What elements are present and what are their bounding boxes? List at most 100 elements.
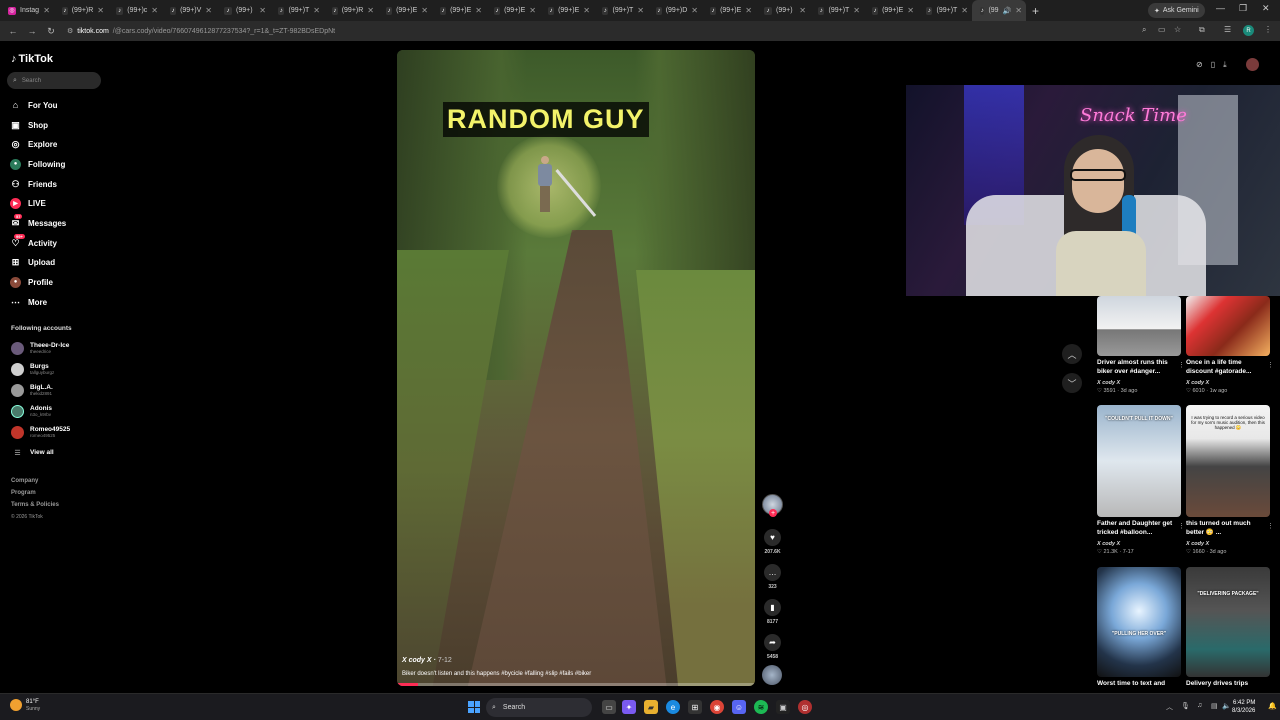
recommended-video[interactable]: Driver almost runs this biker over #dang…	[1097, 296, 1185, 394]
following-account[interactable]: Adonis n3o_k9rbv	[11, 401, 52, 421]
more-options-icon[interactable]: ⋮	[1178, 522, 1185, 530]
video-thumbnail[interactable]: "PULLING HER OVER"	[1097, 567, 1181, 677]
follow-plus-button[interactable]: +	[769, 509, 777, 517]
browser-tab[interactable]: ♪ (99+)c ✕	[108, 0, 162, 21]
browser-tab[interactable]: ♪ (99+)E ✕	[432, 0, 486, 21]
nav-live[interactable]: ▶ LIVE	[10, 196, 46, 210]
file-explorer-icon[interactable]: ▰	[644, 700, 658, 714]
save-button[interactable]: ▮ 8177	[760, 599, 785, 625]
more-options-icon[interactable]: ⋮	[1178, 361, 1185, 369]
close-icon[interactable]: ✕	[151, 6, 158, 15]
nav-messages[interactable]: ✉ 57 Messages	[10, 213, 66, 230]
following-account[interactable]: Burgs tallguyburgz	[11, 359, 54, 379]
nav-following[interactable]: ● Following	[10, 157, 65, 171]
close-icon[interactable]: ✕	[907, 6, 914, 15]
sidepanel-icon[interactable]: ☰	[1224, 25, 1231, 34]
close-icon[interactable]: ✕	[637, 6, 644, 15]
spotify-icon[interactable]: ≋	[754, 700, 768, 714]
close-icon[interactable]: ✕	[853, 6, 860, 15]
app-icon[interactable]: ▣	[776, 700, 790, 714]
notification-icon[interactable]: 🔔	[1268, 702, 1277, 710]
edge-icon[interactable]: e	[666, 700, 680, 714]
nav-more[interactable]: ⋯ More	[10, 295, 47, 309]
volume-icon[interactable]: 🔈	[1222, 702, 1231, 710]
discord-icon[interactable]: ☺	[732, 700, 746, 714]
tray-chevron-icon[interactable]: ︿	[1166, 702, 1173, 712]
ask-gemini-button[interactable]: ✦ Ask Gemini	[1148, 3, 1205, 18]
browser-tab-active[interactable]: ♪ (99 🔊 ✕	[972, 0, 1026, 21]
close-icon[interactable]: ✕	[961, 6, 968, 15]
video-author[interactable]: X cody X · 7-12	[402, 657, 452, 664]
system-clock[interactable]: 6:42 PM 8/3/2026	[1232, 699, 1255, 716]
recommended-video[interactable]: "COULDN'T PULL IT DOWN" Father and Daugh…	[1097, 405, 1185, 555]
close-icon[interactable]: ✕	[97, 6, 104, 15]
video-thumbnail[interactable]: "COULDN'T PULL IT DOWN"	[1097, 405, 1181, 517]
browser-tab[interactable]: ♪ (99+)E ✕	[486, 0, 540, 21]
browser-tab[interactable]: ♪ (99+)E ✕	[540, 0, 594, 21]
close-icon[interactable]: ✕	[745, 6, 752, 15]
video-progress-bar[interactable]	[397, 683, 755, 686]
browser-tab[interactable]: ♪ (99+)E ✕	[864, 0, 918, 21]
nav-explore[interactable]: ◎ Explore	[10, 137, 58, 151]
browser-tab[interactable]: ◎ Instag ✕	[0, 0, 54, 21]
back-button[interactable]: ←	[7, 26, 19, 36]
close-icon[interactable]: ✕	[583, 6, 590, 15]
nav-upload[interactable]: ⊞ Upload	[10, 255, 55, 269]
window-close-button[interactable]: ✕	[1262, 3, 1270, 14]
reload-button[interactable]: ↻	[45, 26, 57, 37]
recommended-video[interactable]: "DELIVERING PACKAGE" Delivery drives tri…	[1186, 567, 1270, 699]
coins-icon[interactable]: ⊘	[1196, 60, 1203, 70]
browser-profile-avatar[interactable]: R	[1243, 25, 1254, 36]
close-icon[interactable]: ✕	[259, 6, 266, 15]
search-input[interactable]: ⌕ Search	[7, 72, 101, 89]
following-account[interactable]: Theee-Dr-Ice theeedrice	[11, 338, 69, 358]
next-video-button[interactable]: ﹀	[1062, 373, 1082, 393]
extensions-icon[interactable]: ⧉	[1199, 25, 1205, 35]
maximize-button[interactable]: ❐	[1239, 3, 1247, 14]
share-button[interactable]: ➦ 5458	[760, 634, 785, 660]
nav-for-you[interactable]: ⌂ For You	[10, 98, 58, 112]
like-button[interactable]: ♥ 207.6K	[760, 529, 785, 555]
download-icon[interactable]: ⤓	[1223, 60, 1227, 70]
nav-profile[interactable]: ● Profile	[10, 275, 53, 289]
browser-tab[interactable]: ♪ (99+)R ✕	[324, 0, 378, 21]
video-thumbnail[interactable]	[1186, 296, 1270, 356]
more-options-icon[interactable]: ⋮	[1267, 522, 1274, 530]
close-icon[interactable]: ✕	[475, 6, 482, 15]
music-disc[interactable]	[762, 665, 782, 685]
close-icon[interactable]: ✕	[205, 6, 212, 15]
footer-link-company[interactable]: Company	[11, 478, 38, 484]
close-icon[interactable]: ✕	[529, 6, 536, 15]
view-all-link[interactable]: ☰ View all	[11, 443, 53, 463]
user-avatar[interactable]	[1246, 58, 1259, 71]
store-icon[interactable]: ⊞	[688, 700, 702, 714]
chrome-icon[interactable]: ◉	[710, 700, 724, 714]
forward-button[interactable]: →	[26, 26, 38, 36]
browser-tab[interactable]: ♪ (99+)T ✕	[918, 0, 972, 21]
mic-icon[interactable]: 🎙	[1181, 702, 1190, 710]
nav-activity[interactable]: ♡ 99+ Activity	[10, 233, 57, 250]
browser-tab[interactable]: ♪ (99+)E ✕	[378, 0, 432, 21]
copilot-icon[interactable]: ✦	[622, 700, 636, 714]
nav-shop[interactable]: ▣ Shop	[10, 118, 48, 132]
nav-friends[interactable]: ⚇ Friends	[10, 177, 56, 191]
new-tab-button[interactable]: +	[1032, 4, 1039, 18]
network-icon[interactable]: ▤	[1211, 702, 1218, 710]
comment-button[interactable]: … 323	[760, 564, 785, 590]
minimize-button[interactable]: —	[1216, 3, 1225, 13]
site-info-icon[interactable]: ⚙	[67, 27, 73, 35]
browser-tab[interactable]: ♪ (99+)V ✕	[162, 0, 216, 21]
cast-icon[interactable]: ▭	[1158, 25, 1166, 34]
close-icon[interactable]: ✕	[691, 6, 698, 15]
windows-start-icon[interactable]	[468, 701, 480, 713]
browser-tab[interactable]: ♪ (99+)T ✕	[810, 0, 864, 21]
following-account[interactable]: BigL.A. thekid2891	[11, 380, 53, 400]
inbox-icon[interactable]: ▯	[1211, 60, 1215, 70]
zoom-icon[interactable]: ⌕	[1142, 25, 1146, 35]
browser-tab[interactable]: ♪ (99+)E ✕	[702, 0, 756, 21]
headset-icon[interactable]: ♫	[1197, 702, 1202, 709]
taskbar-search[interactable]: ⌕ Search	[486, 698, 592, 717]
task-view-icon[interactable]: ▭	[602, 700, 616, 714]
browser-tab[interactable]: ♪ (99+)D ✕	[648, 0, 702, 21]
recommended-video[interactable]: Once in a life time discount #gatorade..…	[1186, 296, 1274, 394]
